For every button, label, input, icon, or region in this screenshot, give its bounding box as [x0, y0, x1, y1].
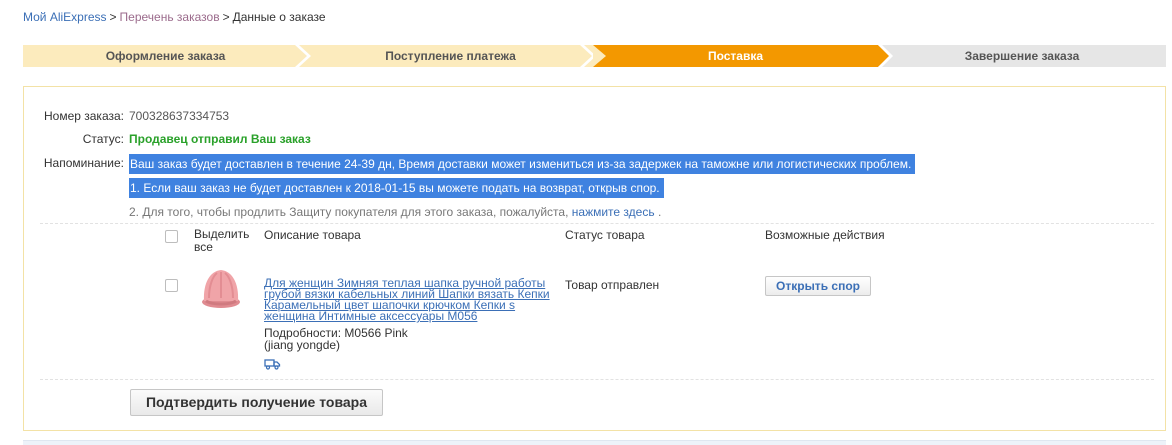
breadcrumb: Мой AliExpress > Перечень заказов > Данные о… [23, 10, 326, 24]
section-divider [40, 379, 1154, 380]
step-label: Поставка [707, 49, 764, 63]
breadcrumb-separator: > [109, 10, 117, 24]
select-all-label: Выделить все [194, 227, 250, 254]
step-label: Завершение заказа [964, 49, 1080, 63]
order-status-value: Продавец отправил Ваш заказ [129, 132, 311, 146]
reminder-protection-text: 2. Для того, чтобы продлить Защиту покуп… [129, 205, 661, 219]
breadcrumb-my-aliexpress-link[interactable]: Мой AliExpress [23, 10, 107, 24]
confirm-receipt-button[interactable]: Подтвердить получение товара [130, 389, 383, 416]
item-status: Товар отправлен [565, 278, 660, 292]
column-header-description: Описание товара [264, 228, 361, 242]
pink-knit-hat-icon [202, 270, 240, 308]
reminder-protection-prefix: 2. Для того, чтобы продлить Защиту покуп… [129, 205, 569, 219]
reminder-protection-suffix: . [657, 205, 662, 219]
order-progress-steps: Оформление заказа Поступление платежа По… [23, 45, 1166, 67]
open-dispute-button[interactable]: Открыть спор [765, 276, 871, 296]
product-image[interactable] [198, 265, 244, 314]
order-reminder-label: Напоминание: [43, 156, 124, 170]
column-header-actions: Возможные действия [765, 228, 885, 242]
section-divider [40, 223, 1154, 224]
order-number-value: 700328637334753 [129, 109, 230, 123]
order-details-panel: Номер заказа: 700328637334753 Статус: Пр… [23, 86, 1166, 431]
order-number-label: Номер заказа: [43, 109, 124, 123]
footer-bar [23, 440, 1166, 445]
step-label: Поступление платежа [385, 49, 516, 63]
extend-protection-link[interactable]: нажмите здесь [572, 205, 655, 219]
item-select-checkbox[interactable] [165, 279, 178, 292]
breadcrumb-separator: > [222, 10, 230, 24]
truck-icon[interactable] [264, 358, 281, 373]
breadcrumb-current: Данные о заказе [232, 10, 326, 24]
breadcrumb-orders-link[interactable]: Перечень заказов [120, 10, 220, 24]
product-title-link[interactable]: Для женщин Зимняя теплая шапка ручной ра… [264, 277, 564, 322]
column-header-status: Статус товара [565, 228, 645, 242]
reminder-delivery-text: Ваш заказ будет доставлен в течение 24-3… [129, 154, 916, 174]
step-label: Оформление заказа [105, 49, 226, 63]
order-status-label: Статус: [82, 132, 124, 146]
select-all-checkbox[interactable] [165, 230, 178, 243]
reminder-dispute-text: 1. Если ваш заказ не будет доставлен к 2… [129, 178, 664, 198]
seller-name: (jiang yongde) [264, 338, 341, 352]
